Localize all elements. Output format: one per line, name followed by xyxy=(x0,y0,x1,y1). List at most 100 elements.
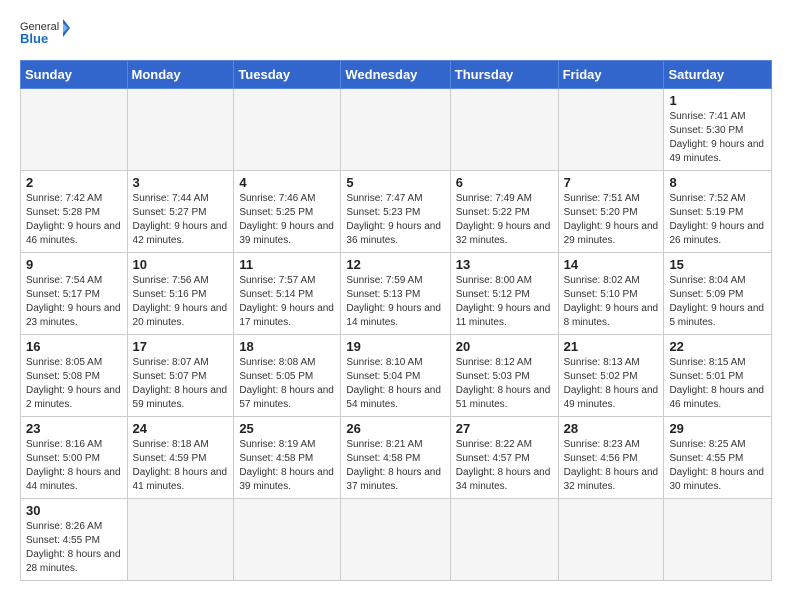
day-cell: 27Sunrise: 8:22 AM Sunset: 4:57 PM Dayli… xyxy=(450,417,558,499)
day-number: 15 xyxy=(669,257,766,272)
day-cell xyxy=(664,499,772,581)
day-cell: 2 Sunrise: 7:42 AM Sunset: 5:28 PM Daylig… xyxy=(21,171,128,253)
day-info: Sunrise: 8:16 AM Sunset: 5:00 PM Dayligh… xyxy=(26,438,122,494)
day-number: 23 xyxy=(26,421,122,436)
day-info: Sunrise: 7:49 AM Sunset: 5:22 PM Dayligh… xyxy=(456,192,553,248)
day-cell: 3Sunrise: 7:44 AM Sunset: 5:27 PM Daylig… xyxy=(127,171,234,253)
day-number: 17 xyxy=(133,339,229,354)
col-header-monday: Monday xyxy=(127,61,234,89)
day-info: Sunrise: 8:26 AM Sunset: 4:55 PM Dayligh… xyxy=(26,520,122,576)
day-info: Sunrise: 8:00 AM Sunset: 5:12 PM Dayligh… xyxy=(456,274,553,330)
col-header-friday: Friday xyxy=(558,61,664,89)
day-cell: 5Sunrise: 7:47 AM Sunset: 5:23 PM Daylig… xyxy=(341,171,450,253)
day-cell: 8Sunrise: 7:52 AM Sunset: 5:19 PM Daylig… xyxy=(664,171,772,253)
day-number: 10 xyxy=(133,257,229,272)
day-cell: 28Sunrise: 8:23 AM Sunset: 4:56 PM Dayli… xyxy=(558,417,664,499)
day-cell: 1 Sunrise: 7:41 AM Sunset: 5:30 PM Daylig… xyxy=(664,89,772,171)
day-info: Sunrise: 8:08 AM Sunset: 5:05 PM Dayligh… xyxy=(239,356,335,412)
day-cell: 21Sunrise: 8:13 AM Sunset: 5:02 PM Dayli… xyxy=(558,335,664,417)
day-cell xyxy=(127,89,234,171)
day-cell xyxy=(341,499,450,581)
day-cell: 14Sunrise: 8:02 AM Sunset: 5:10 PM Dayli… xyxy=(558,253,664,335)
day-cell: 11 Sunrise: 7:57 AM Sunset: 5:14 PM Dayli… xyxy=(234,253,341,335)
col-header-thursday: Thursday xyxy=(450,61,558,89)
day-number: 20 xyxy=(456,339,553,354)
day-cell: 18Sunrise: 8:08 AM Sunset: 5:05 PM Dayli… xyxy=(234,335,341,417)
day-cell xyxy=(234,89,341,171)
week-row-3: 9 Sunrise: 7:54 AM Sunset: 5:17 PM Daylig… xyxy=(21,253,772,335)
day-number: 29 xyxy=(669,421,766,436)
day-number: 2 xyxy=(26,175,122,190)
day-cell: 30 Sunrise: 8:26 AM Sunset: 4:55 PM Dayli… xyxy=(21,499,128,581)
day-cell: 19 Sunrise: 8:10 AM Sunset: 5:04 PM Dayli… xyxy=(341,335,450,417)
day-number: 27 xyxy=(456,421,553,436)
day-number: 3 xyxy=(133,175,229,190)
day-cell xyxy=(21,89,128,171)
svg-text:Blue: Blue xyxy=(20,31,48,46)
col-header-saturday: Saturday xyxy=(664,61,772,89)
day-cell: 20 Sunrise: 8:12 AM Sunset: 5:03 PM Dayli… xyxy=(450,335,558,417)
day-cell: 6 Sunrise: 7:49 AM Sunset: 5:22 PM Daylig… xyxy=(450,171,558,253)
day-info: Sunrise: 7:56 AM Sunset: 5:16 PM Dayligh… xyxy=(133,274,229,330)
day-cell xyxy=(450,89,558,171)
logo: General Blue xyxy=(20,16,70,50)
day-number: 9 xyxy=(26,257,122,272)
day-info: Sunrise: 8:10 AM Sunset: 5:04 PM Dayligh… xyxy=(346,356,444,412)
day-info: Sunrise: 7:57 AM Sunset: 5:14 PM Dayligh… xyxy=(239,274,335,330)
day-cell: 22Sunrise: 8:15 AM Sunset: 5:01 PM Dayli… xyxy=(664,335,772,417)
day-info: Sunrise: 8:19 AM Sunset: 4:58 PM Dayligh… xyxy=(239,438,335,494)
day-cell xyxy=(558,89,664,171)
day-number: 1 xyxy=(669,93,766,108)
day-cell xyxy=(558,499,664,581)
day-info: Sunrise: 8:12 AM Sunset: 5:03 PM Dayligh… xyxy=(456,356,553,412)
day-number: 5 xyxy=(346,175,444,190)
week-row-5: 23 Sunrise: 8:16 AM Sunset: 5:00 PM Dayli… xyxy=(21,417,772,499)
day-info: Sunrise: 8:15 AM Sunset: 5:01 PM Dayligh… xyxy=(669,356,766,412)
day-info: Sunrise: 8:02 AM Sunset: 5:10 PM Dayligh… xyxy=(564,274,659,330)
day-number: 19 xyxy=(346,339,444,354)
day-number: 21 xyxy=(564,339,659,354)
day-cell xyxy=(127,499,234,581)
day-info: Sunrise: 7:54 AM Sunset: 5:17 PM Dayligh… xyxy=(26,274,122,330)
day-info: Sunrise: 7:46 AM Sunset: 5:25 PM Dayligh… xyxy=(239,192,335,248)
day-cell: 26Sunrise: 8:21 AM Sunset: 4:58 PM Dayli… xyxy=(341,417,450,499)
day-number: 13 xyxy=(456,257,553,272)
header: General Blue xyxy=(20,16,772,50)
week-row-2: 2 Sunrise: 7:42 AM Sunset: 5:28 PM Daylig… xyxy=(21,171,772,253)
day-cell: 15 Sunrise: 8:04 AM Sunset: 5:09 PM Dayli… xyxy=(664,253,772,335)
day-number: 28 xyxy=(564,421,659,436)
week-row-6: 30 Sunrise: 8:26 AM Sunset: 4:55 PM Dayli… xyxy=(21,499,772,581)
day-cell: 17 Sunrise: 8:07 AM Sunset: 5:07 PM Dayli… xyxy=(127,335,234,417)
day-number: 6 xyxy=(456,175,553,190)
page: General Blue SundayMondayTuesdayWednesda… xyxy=(0,0,792,601)
calendar-header-row: SundayMondayTuesdayWednesdayThursdayFrid… xyxy=(21,61,772,89)
day-cell: 23 Sunrise: 8:16 AM Sunset: 5:00 PM Dayli… xyxy=(21,417,128,499)
day-info: Sunrise: 8:25 AM Sunset: 4:55 PM Dayligh… xyxy=(669,438,766,494)
day-cell: 10 Sunrise: 7:56 AM Sunset: 5:16 PM Dayli… xyxy=(127,253,234,335)
day-cell: 4Sunrise: 7:46 AM Sunset: 5:25 PM Daylig… xyxy=(234,171,341,253)
col-header-wednesday: Wednesday xyxy=(341,61,450,89)
day-cell: 12Sunrise: 7:59 AM Sunset: 5:13 PM Dayli… xyxy=(341,253,450,335)
day-info: Sunrise: 8:05 AM Sunset: 5:08 PM Dayligh… xyxy=(26,356,122,412)
generalblue-logo-icon: General Blue xyxy=(20,16,70,50)
day-number: 16 xyxy=(26,339,122,354)
day-number: 30 xyxy=(26,503,122,518)
day-info: Sunrise: 7:41 AM Sunset: 5:30 PM Dayligh… xyxy=(669,110,766,166)
week-row-4: 16 Sunrise: 8:05 AM Sunset: 5:08 PM Dayli… xyxy=(21,335,772,417)
day-info: Sunrise: 8:21 AM Sunset: 4:58 PM Dayligh… xyxy=(346,438,444,494)
day-cell: 24Sunrise: 8:18 AM Sunset: 4:59 PM Dayli… xyxy=(127,417,234,499)
day-number: 24 xyxy=(133,421,229,436)
day-info: Sunrise: 7:42 AM Sunset: 5:28 PM Dayligh… xyxy=(26,192,122,248)
day-cell: 13 Sunrise: 8:00 AM Sunset: 5:12 PM Dayli… xyxy=(450,253,558,335)
day-info: Sunrise: 7:52 AM Sunset: 5:19 PM Dayligh… xyxy=(669,192,766,248)
week-row-1: 1 Sunrise: 7:41 AM Sunset: 5:30 PM Daylig… xyxy=(21,89,772,171)
day-cell xyxy=(234,499,341,581)
day-info: Sunrise: 8:04 AM Sunset: 5:09 PM Dayligh… xyxy=(669,274,766,330)
day-info: Sunrise: 8:07 AM Sunset: 5:07 PM Dayligh… xyxy=(133,356,229,412)
col-header-tuesday: Tuesday xyxy=(234,61,341,89)
day-number: 11 xyxy=(239,257,335,272)
col-header-sunday: Sunday xyxy=(21,61,128,89)
day-cell: 7Sunrise: 7:51 AM Sunset: 5:20 PM Daylig… xyxy=(558,171,664,253)
day-number: 7 xyxy=(564,175,659,190)
day-cell: 9 Sunrise: 7:54 AM Sunset: 5:17 PM Daylig… xyxy=(21,253,128,335)
